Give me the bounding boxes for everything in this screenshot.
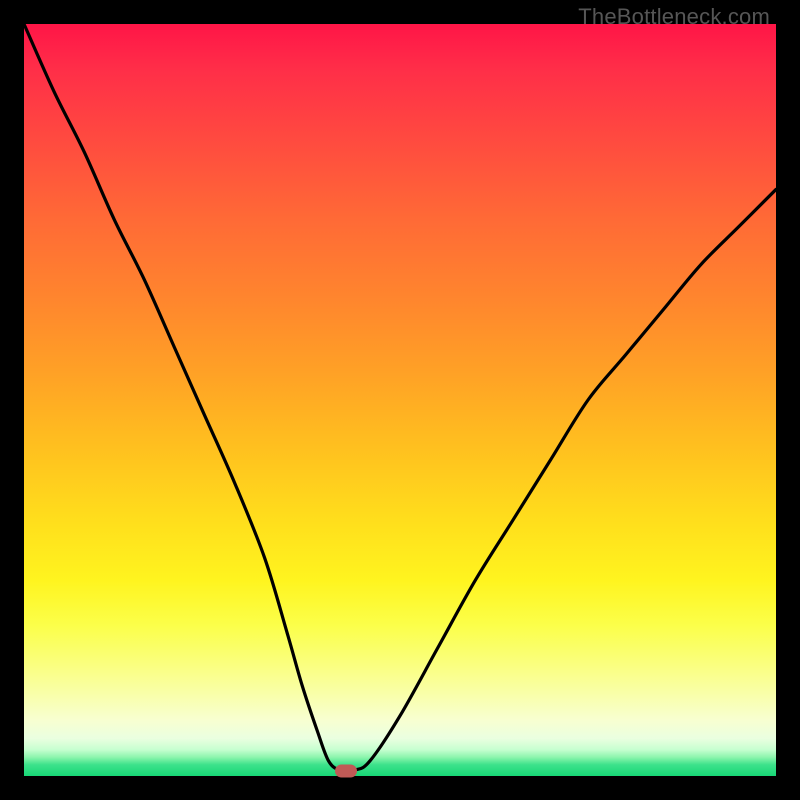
outer-frame: TheBottleneck.com xyxy=(0,0,800,800)
optimal-marker xyxy=(335,765,357,778)
bottleneck-curve xyxy=(24,24,776,771)
curve-svg xyxy=(24,24,776,776)
plot-area xyxy=(24,24,776,776)
